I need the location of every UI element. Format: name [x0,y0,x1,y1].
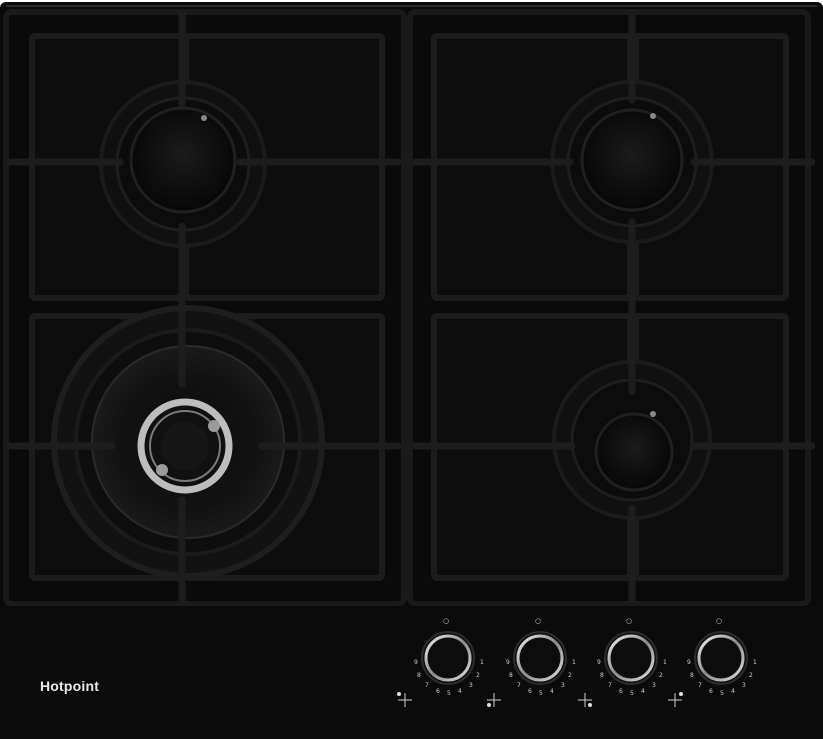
knob-1-off-mark: ○ [443,617,449,625]
knob-scale-number: 6 [436,688,440,695]
knob-scale-number: 1 [480,659,484,666]
knob-4-off-mark: ○ [716,617,722,625]
knob-scale-number: 8 [509,672,513,679]
knob-scale-number: 8 [417,672,421,679]
knob-scale-number: 3 [742,682,746,689]
knob-scale-number: 4 [641,688,645,695]
knob-scale-number: 9 [597,659,601,666]
knob-scale-number: 5 [720,690,724,697]
wok-burner-bottom-left [51,305,325,579]
knob-scale-number: 1 [572,659,576,666]
knob-scale-number: 8 [600,672,604,679]
knob-scale-number: 4 [458,688,462,695]
knob-scale-number: 7 [517,682,521,689]
brand-logo: Hotpoint [40,678,100,694]
knob-scale-number: 7 [608,682,612,689]
knob-scale-number: 3 [469,682,473,689]
knob-scale-number: 2 [659,672,663,679]
burner-top-right [550,80,714,244]
knob-scale-number: 5 [447,690,451,697]
knob-scale-number: 9 [506,659,510,666]
knob-scale-number: 4 [550,688,554,695]
knob-scale-number: 8 [690,672,694,679]
knob-scale-number: 2 [476,672,480,679]
knob-scale-number: 2 [568,672,572,679]
knob-scale-number: 9 [687,659,691,666]
knob-scale-number: 3 [652,682,656,689]
knob-2-off-mark: ○ [535,617,541,625]
knob-scale-number: 6 [709,688,713,695]
knob-scale-number: 1 [753,659,757,666]
gas-hob: ○ 9 8 7 6 5 4 3 2 1 ○ 9 8 7 6 5 4 3 2 1 [0,2,823,739]
knob-scale-number: 1 [663,659,667,666]
knob-scale-number: 3 [561,682,565,689]
knob-scale-number: 6 [528,688,532,695]
knob-scale-number: 9 [414,659,418,666]
knob-scale-number: 6 [619,688,623,695]
knob-scale-number: 5 [630,690,634,697]
knob-scale-number: 2 [749,672,753,679]
knob-scale-number: 5 [539,690,543,697]
knob-3-off-mark: ○ [626,617,632,625]
knob-scale-number: 4 [731,688,735,695]
knob-scale-number: 7 [425,682,429,689]
knob-scale-number: 7 [698,682,702,689]
